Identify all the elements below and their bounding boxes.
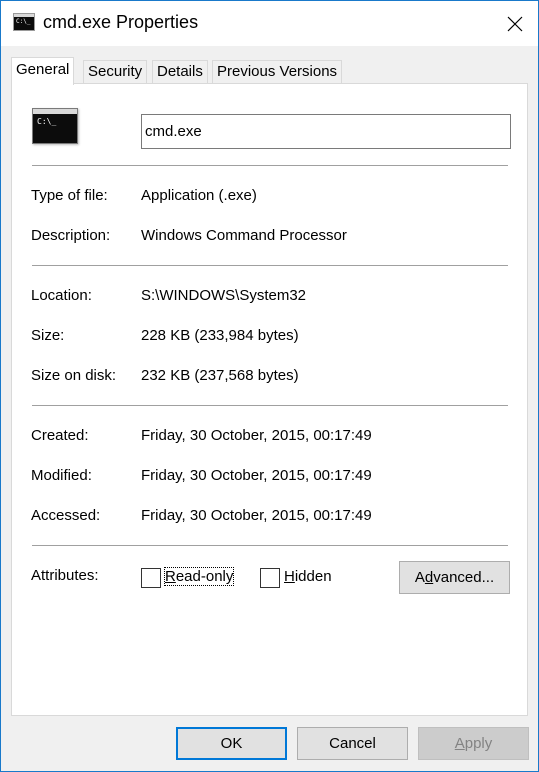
- created-label: Created:: [31, 427, 89, 444]
- readonly-checkbox[interactable]: [141, 568, 161, 588]
- type-label: Type of file:: [31, 187, 108, 204]
- hidden-checkbox[interactable]: [260, 568, 280, 588]
- description-label: Description:: [31, 227, 111, 244]
- console-app-icon: [13, 13, 35, 31]
- modified-label: Modified:: [31, 467, 92, 484]
- advanced-button[interactable]: Ad vanced...: [399, 561, 510, 594]
- attributes-label: Attributes:: [31, 567, 99, 584]
- accessed-label: Accessed:: [31, 507, 101, 524]
- filename-input[interactable]: [141, 114, 511, 149]
- size-on-disk-value: 232 KB (237,568 bytes): [141, 367, 299, 384]
- separator: [32, 265, 508, 266]
- created-value: Friday, 30 October, 2015, 00:17:49: [141, 427, 372, 444]
- separator: [32, 165, 508, 166]
- separator: [32, 545, 508, 546]
- size-label: Size:: [31, 327, 65, 344]
- modified-value: Friday, 30 October, 2015, 00:17:49: [141, 467, 372, 484]
- size-on-disk-label: Size on disk:: [31, 367, 117, 384]
- description-value: Windows Command Processor: [141, 227, 347, 244]
- close-icon: [507, 16, 523, 31]
- tab-security[interactable]: Security: [83, 60, 148, 84]
- tab-previous-versions[interactable]: Previous Versions: [212, 60, 343, 84]
- tab-general[interactable]: General: [11, 57, 75, 85]
- tab-details[interactable]: Details: [152, 60, 208, 84]
- readonly-label[interactable]: Read-only: [163, 567, 235, 586]
- separator: [32, 405, 508, 406]
- properties-dialog: cmd.exe Properties General Security Deta…: [0, 0, 539, 772]
- general-tab-panel: Type of file: Application (.exe) Descrip…: [11, 83, 528, 716]
- apply-button[interactable]: Apply: [418, 727, 529, 760]
- ok-button[interactable]: OK: [176, 727, 287, 760]
- title-bar[interactable]: cmd.exe Properties: [1, 1, 538, 46]
- accessed-value: Friday, 30 October, 2015, 00:17:49: [141, 507, 372, 524]
- window-title: cmd.exe Properties: [43, 12, 199, 32]
- type-value: Application (.exe): [141, 187, 257, 204]
- location-value: S:\WINDOWS\System32: [141, 287, 307, 304]
- hidden-label[interactable]: Hidden: [284, 568, 332, 585]
- location-label: Location:: [31, 287, 92, 304]
- console-file-icon: [32, 108, 78, 144]
- cancel-button[interactable]: Cancel: [297, 727, 408, 760]
- size-value: 228 KB (233,984 bytes): [141, 327, 299, 344]
- close-button[interactable]: [492, 1, 538, 46]
